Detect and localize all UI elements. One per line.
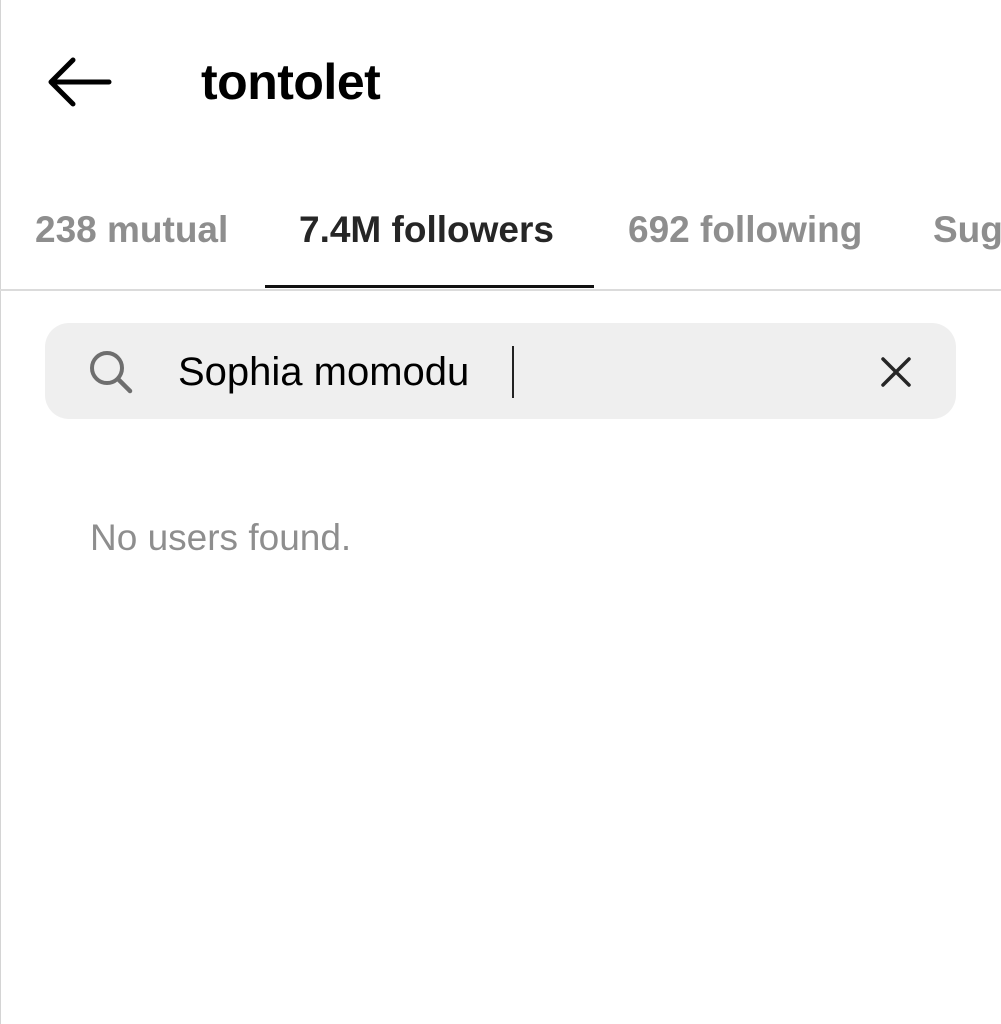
search-icon <box>90 351 133 394</box>
text-cursor <box>512 346 514 398</box>
search-input[interactable] <box>178 342 828 402</box>
tab-followers[interactable]: 7.4M followers <box>299 200 554 260</box>
active-tab-indicator <box>265 285 594 288</box>
tab-bar: 238 mutual 7.4M followers 692 following … <box>0 165 1001 290</box>
tab-following[interactable]: 692 following <box>628 200 862 260</box>
empty-results-message: No users found. <box>90 517 352 558</box>
close-icon <box>881 357 911 387</box>
tab-suggested[interactable]: Sug <box>933 200 1001 260</box>
clear-search-button[interactable] <box>868 344 924 400</box>
arrow-left-icon <box>48 57 112 107</box>
tab-mutual[interactable]: 238 mutual <box>35 200 228 260</box>
page-title: tontolet <box>201 54 381 110</box>
header: tontolet <box>0 0 1001 165</box>
tabs-divider <box>0 289 1001 291</box>
back-button[interactable] <box>40 50 116 114</box>
